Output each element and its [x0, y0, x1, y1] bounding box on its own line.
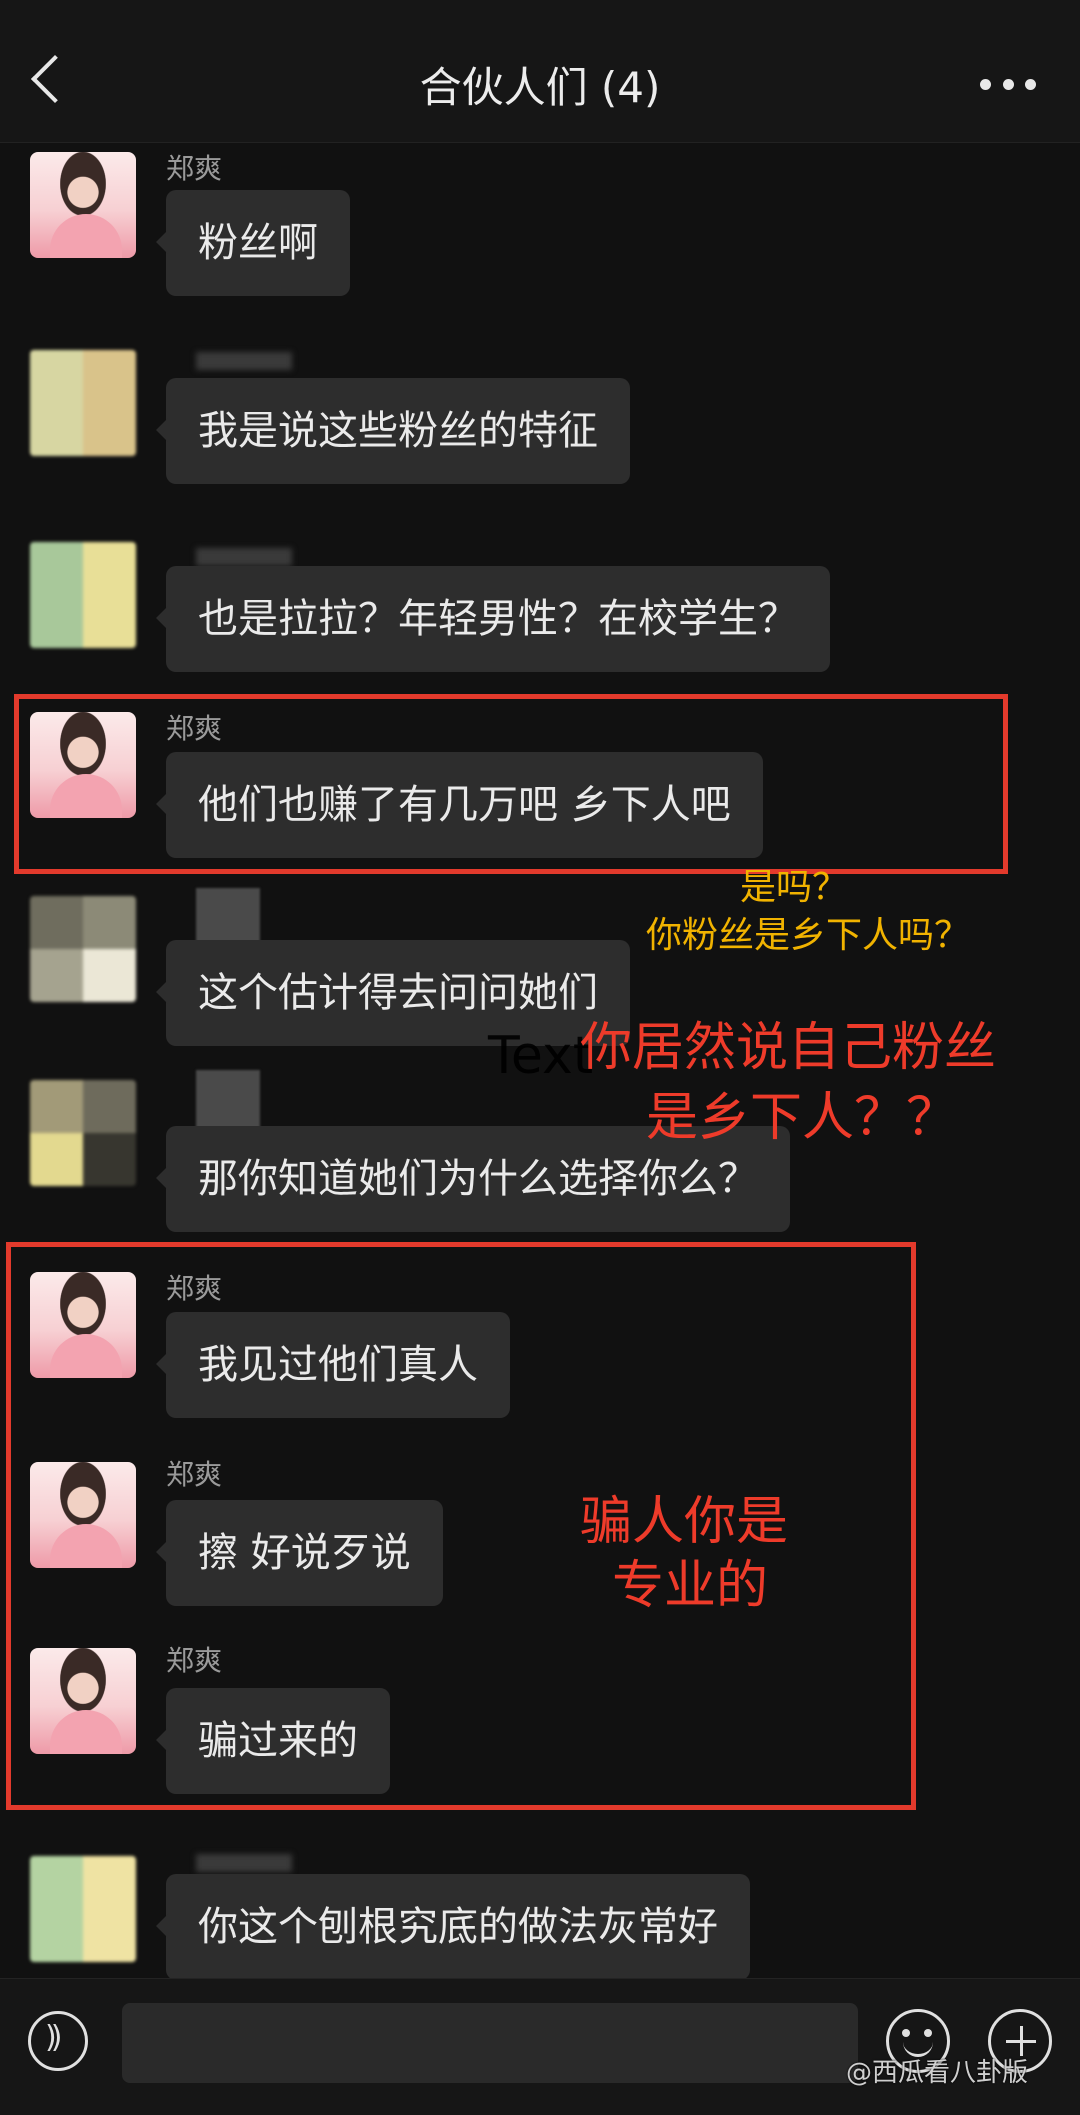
sender-name-redacted — [196, 888, 260, 946]
avatar[interactable] — [30, 350, 136, 456]
message-bubble[interactable]: 也是拉拉？年轻男性？在校学生？ — [156, 566, 830, 672]
sender-name-redacted — [196, 1070, 260, 1128]
annotation-text: 你居然说自己粉丝 — [580, 1018, 997, 1078]
sender-name: 郑爽 — [166, 152, 223, 185]
annotation-text: 是乡下人？？ — [646, 1088, 959, 1148]
annotation-text: 是吗？ — [740, 867, 849, 908]
chat-title: 合伙人们 (4) — [419, 63, 661, 112]
voice-input-icon[interactable] — [28, 2011, 88, 2071]
input-bar — [0, 1978, 1080, 2115]
sender-name-redacted — [196, 1854, 292, 1872]
sender-name-redacted — [196, 548, 292, 566]
more-options-icon[interactable] — [980, 76, 1036, 92]
message-input[interactable] — [122, 2003, 858, 2083]
sender-name-redacted — [196, 352, 292, 370]
avatar[interactable] — [30, 1080, 136, 1186]
avatar[interactable] — [30, 896, 136, 1002]
chat-header: 合伙人们 (4) — [0, 0, 1080, 143]
annotation-placeholder-text: Text — [488, 1026, 594, 1086]
watermark: @西瓜看八卦版 — [846, 2058, 1029, 2088]
annotation-text: 骗人你是 — [580, 1492, 789, 1552]
annotation-text: 专业的 — [612, 1556, 769, 1616]
avatar[interactable] — [30, 152, 136, 258]
message-bubble[interactable]: 粉丝啊 — [156, 190, 350, 296]
avatar[interactable] — [30, 1856, 136, 1962]
avatar[interactable] — [30, 542, 136, 648]
highlight-box — [14, 694, 1008, 874]
message-bubble[interactable]: 你这个刨根究底的做法灰常好 — [156, 1874, 750, 1980]
annotation-text: 你粉丝是乡下人吗？ — [646, 915, 971, 956]
message-bubble[interactable]: 我是说这些粉丝的特征 — [156, 378, 630, 484]
